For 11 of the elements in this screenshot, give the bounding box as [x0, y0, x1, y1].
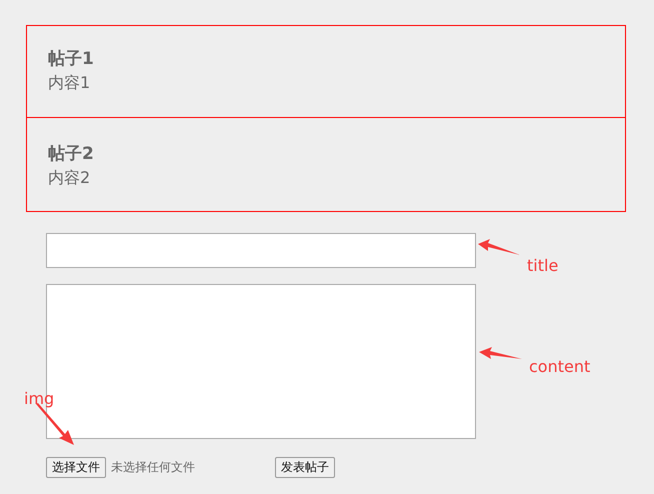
submit-button[interactable]: 发表帖子 [275, 456, 335, 478]
post-title: 帖子1 [48, 48, 95, 71]
post-title: 帖子2 [48, 143, 95, 166]
annotation-label: img [24, 389, 54, 409]
annotation-label: content [529, 357, 590, 377]
file-status: 未选择任何文件 [111, 458, 196, 476]
annotation-label: title [527, 256, 558, 276]
title-field[interactable] [46, 233, 476, 268]
post-content: 内容1 [48, 72, 92, 94]
post-content: 内容2 [48, 167, 92, 189]
choose-file-button[interactable]: 选择文件 [46, 456, 106, 478]
